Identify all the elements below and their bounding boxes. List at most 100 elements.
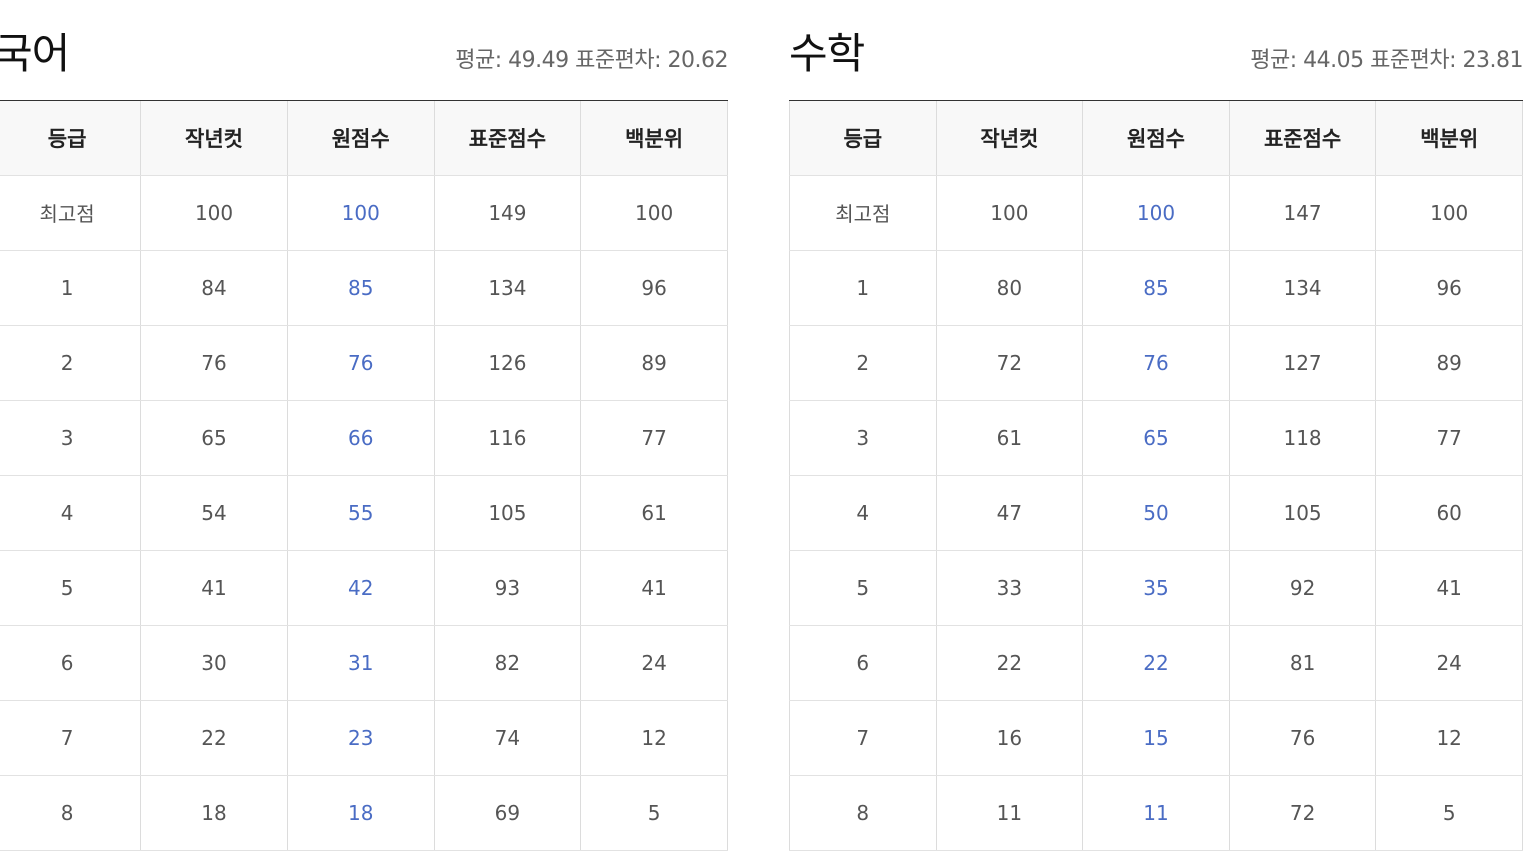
last-year-cut-cell: 11: [936, 775, 1084, 851]
grade-cell: 6: [789, 625, 937, 701]
grade-cell: 7: [789, 700, 937, 776]
percentile-cell: 12: [1375, 700, 1523, 776]
grade-cell: 7: [0, 700, 142, 776]
standard-score-cell: 82: [434, 625, 582, 701]
grade-cell: 5: [789, 550, 937, 626]
panel-stats: 평균: 49.49 표준편차: 20.62: [455, 48, 728, 73]
percentile-cell: 24: [580, 625, 728, 701]
subject-panel-korean: 국어 평균: 49.49 표준편차: 20.62 등급 작년컷 원점수 표준점수…: [0, 0, 728, 851]
standard-score-cell: 116: [434, 400, 582, 476]
raw-score-cell: 100: [1082, 175, 1230, 251]
percentile-cell: 41: [1375, 550, 1523, 626]
last-year-cut-cell: 16: [936, 700, 1084, 776]
column-header-standard-score: 표준점수: [1229, 101, 1377, 176]
grade-cell: 6: [0, 625, 142, 701]
column-header-percentile: 백분위: [1375, 101, 1523, 176]
raw-score-cell: 66: [287, 400, 435, 476]
grade-cell: 3: [0, 400, 142, 476]
subject-panel-math: 수학 평균: 44.05 표준편차: 23.81 등급 작년컷 원점수 표준점수…: [789, 0, 1523, 851]
grade-cell: 4: [789, 475, 937, 551]
standard-score-cell: 92: [1229, 550, 1377, 626]
percentile-cell: 77: [1375, 400, 1523, 476]
table-row: 1 84 85 134 96: [0, 250, 728, 326]
grade-cell: 최고점: [0, 175, 142, 251]
raw-score-cell: 22: [1082, 625, 1230, 701]
raw-score-cell: 65: [1082, 400, 1230, 476]
last-year-cut-cell: 18: [140, 775, 288, 851]
standard-score-cell: 118: [1229, 400, 1377, 476]
raw-score-cell: 100: [287, 175, 435, 251]
last-year-cut-cell: 80: [936, 250, 1084, 326]
standard-score-cell: 147: [1229, 175, 1377, 251]
table-header-row: 등급 작년컷 원점수 표준점수 백분위: [789, 101, 1523, 176]
percentile-cell: 12: [580, 700, 728, 776]
percentile-cell: 96: [1375, 250, 1523, 326]
raw-score-cell: 55: [287, 475, 435, 551]
column-header-last-year-cut: 작년컷: [140, 101, 288, 176]
last-year-cut-cell: 22: [140, 700, 288, 776]
last-year-cut-cell: 76: [140, 325, 288, 401]
raw-score-cell: 42: [287, 550, 435, 626]
last-year-cut-cell: 22: [936, 625, 1084, 701]
panel-header: 국어 평균: 49.49 표준편차: 20.62: [0, 0, 728, 101]
table-row: 8 18 18 69 5: [0, 775, 728, 851]
raw-score-cell: 35: [1082, 550, 1230, 626]
last-year-cut-cell: 65: [140, 400, 288, 476]
raw-score-cell: 15: [1082, 700, 1230, 776]
table-row: 5 33 35 92 41: [789, 550, 1523, 626]
table-row: 2 76 76 126 89: [0, 325, 728, 401]
grade-cell: 2: [789, 325, 937, 401]
raw-score-cell: 11: [1082, 775, 1230, 851]
table-header-row: 등급 작년컷 원점수 표준점수 백분위: [0, 101, 728, 176]
table-row: 1 80 85 134 96: [789, 250, 1523, 326]
percentile-cell: 24: [1375, 625, 1523, 701]
raw-score-cell: 85: [1082, 250, 1230, 326]
table-row: 8 11 11 72 5: [789, 775, 1523, 851]
last-year-cut-cell: 61: [936, 400, 1084, 476]
grade-cell: 4: [0, 475, 142, 551]
percentile-cell: 96: [580, 250, 728, 326]
standard-score-cell: 127: [1229, 325, 1377, 401]
table-row: 3 61 65 118 77: [789, 400, 1523, 476]
percentile-cell: 5: [1375, 775, 1523, 851]
table-row: 최고점 100 100 147 100: [789, 175, 1523, 251]
standard-score-cell: 126: [434, 325, 582, 401]
grade-table: 등급 작년컷 원점수 표준점수 백분위 최고점 100 100 149 100 1 84 85…: [0, 101, 728, 851]
raw-score-cell: 76: [1082, 325, 1230, 401]
percentile-cell: 100: [580, 175, 728, 251]
panel-stats: 평균: 44.05 표준편차: 23.81: [1250, 48, 1523, 73]
column-header-grade: 등급: [0, 101, 142, 176]
percentile-cell: 77: [580, 400, 728, 476]
standard-score-cell: 93: [434, 550, 582, 626]
raw-score-cell: 85: [287, 250, 435, 326]
table-row: 7 22 23 74 12: [0, 700, 728, 776]
standard-score-cell: 105: [434, 475, 582, 551]
panel-header: 수학 평균: 44.05 표준편차: 23.81: [789, 0, 1523, 101]
last-year-cut-cell: 41: [140, 550, 288, 626]
column-header-last-year-cut: 작년컷: [936, 101, 1084, 176]
table-row: 4 47 50 105 60: [789, 475, 1523, 551]
column-header-raw-score: 원점수: [1082, 101, 1230, 176]
last-year-cut-cell: 33: [936, 550, 1084, 626]
column-header-percentile: 백분위: [580, 101, 728, 176]
percentile-cell: 89: [1375, 325, 1523, 401]
last-year-cut-cell: 100: [140, 175, 288, 251]
grade-cell: 최고점: [789, 175, 937, 251]
table-row: 2 72 76 127 89: [789, 325, 1523, 401]
grade-cell: 8: [789, 775, 937, 851]
last-year-cut-cell: 30: [140, 625, 288, 701]
standard-score-cell: 74: [434, 700, 582, 776]
raw-score-cell: 50: [1082, 475, 1230, 551]
standard-score-cell: 105: [1229, 475, 1377, 551]
standard-score-cell: 134: [434, 250, 582, 326]
panel-title: 수학: [789, 29, 865, 78]
standard-score-cell: 76: [1229, 700, 1377, 776]
grade-cell: 3: [789, 400, 937, 476]
standard-score-cell: 72: [1229, 775, 1377, 851]
table-row: 최고점 100 100 149 100: [0, 175, 728, 251]
grade-table: 등급 작년컷 원점수 표준점수 백분위 최고점 100 100 147 100 1 80 85…: [789, 101, 1523, 851]
grade-cell: 1: [789, 250, 937, 326]
table-row: 3 65 66 116 77: [0, 400, 728, 476]
table-row: 5 41 42 93 41: [0, 550, 728, 626]
column-header-grade: 등급: [789, 101, 937, 176]
